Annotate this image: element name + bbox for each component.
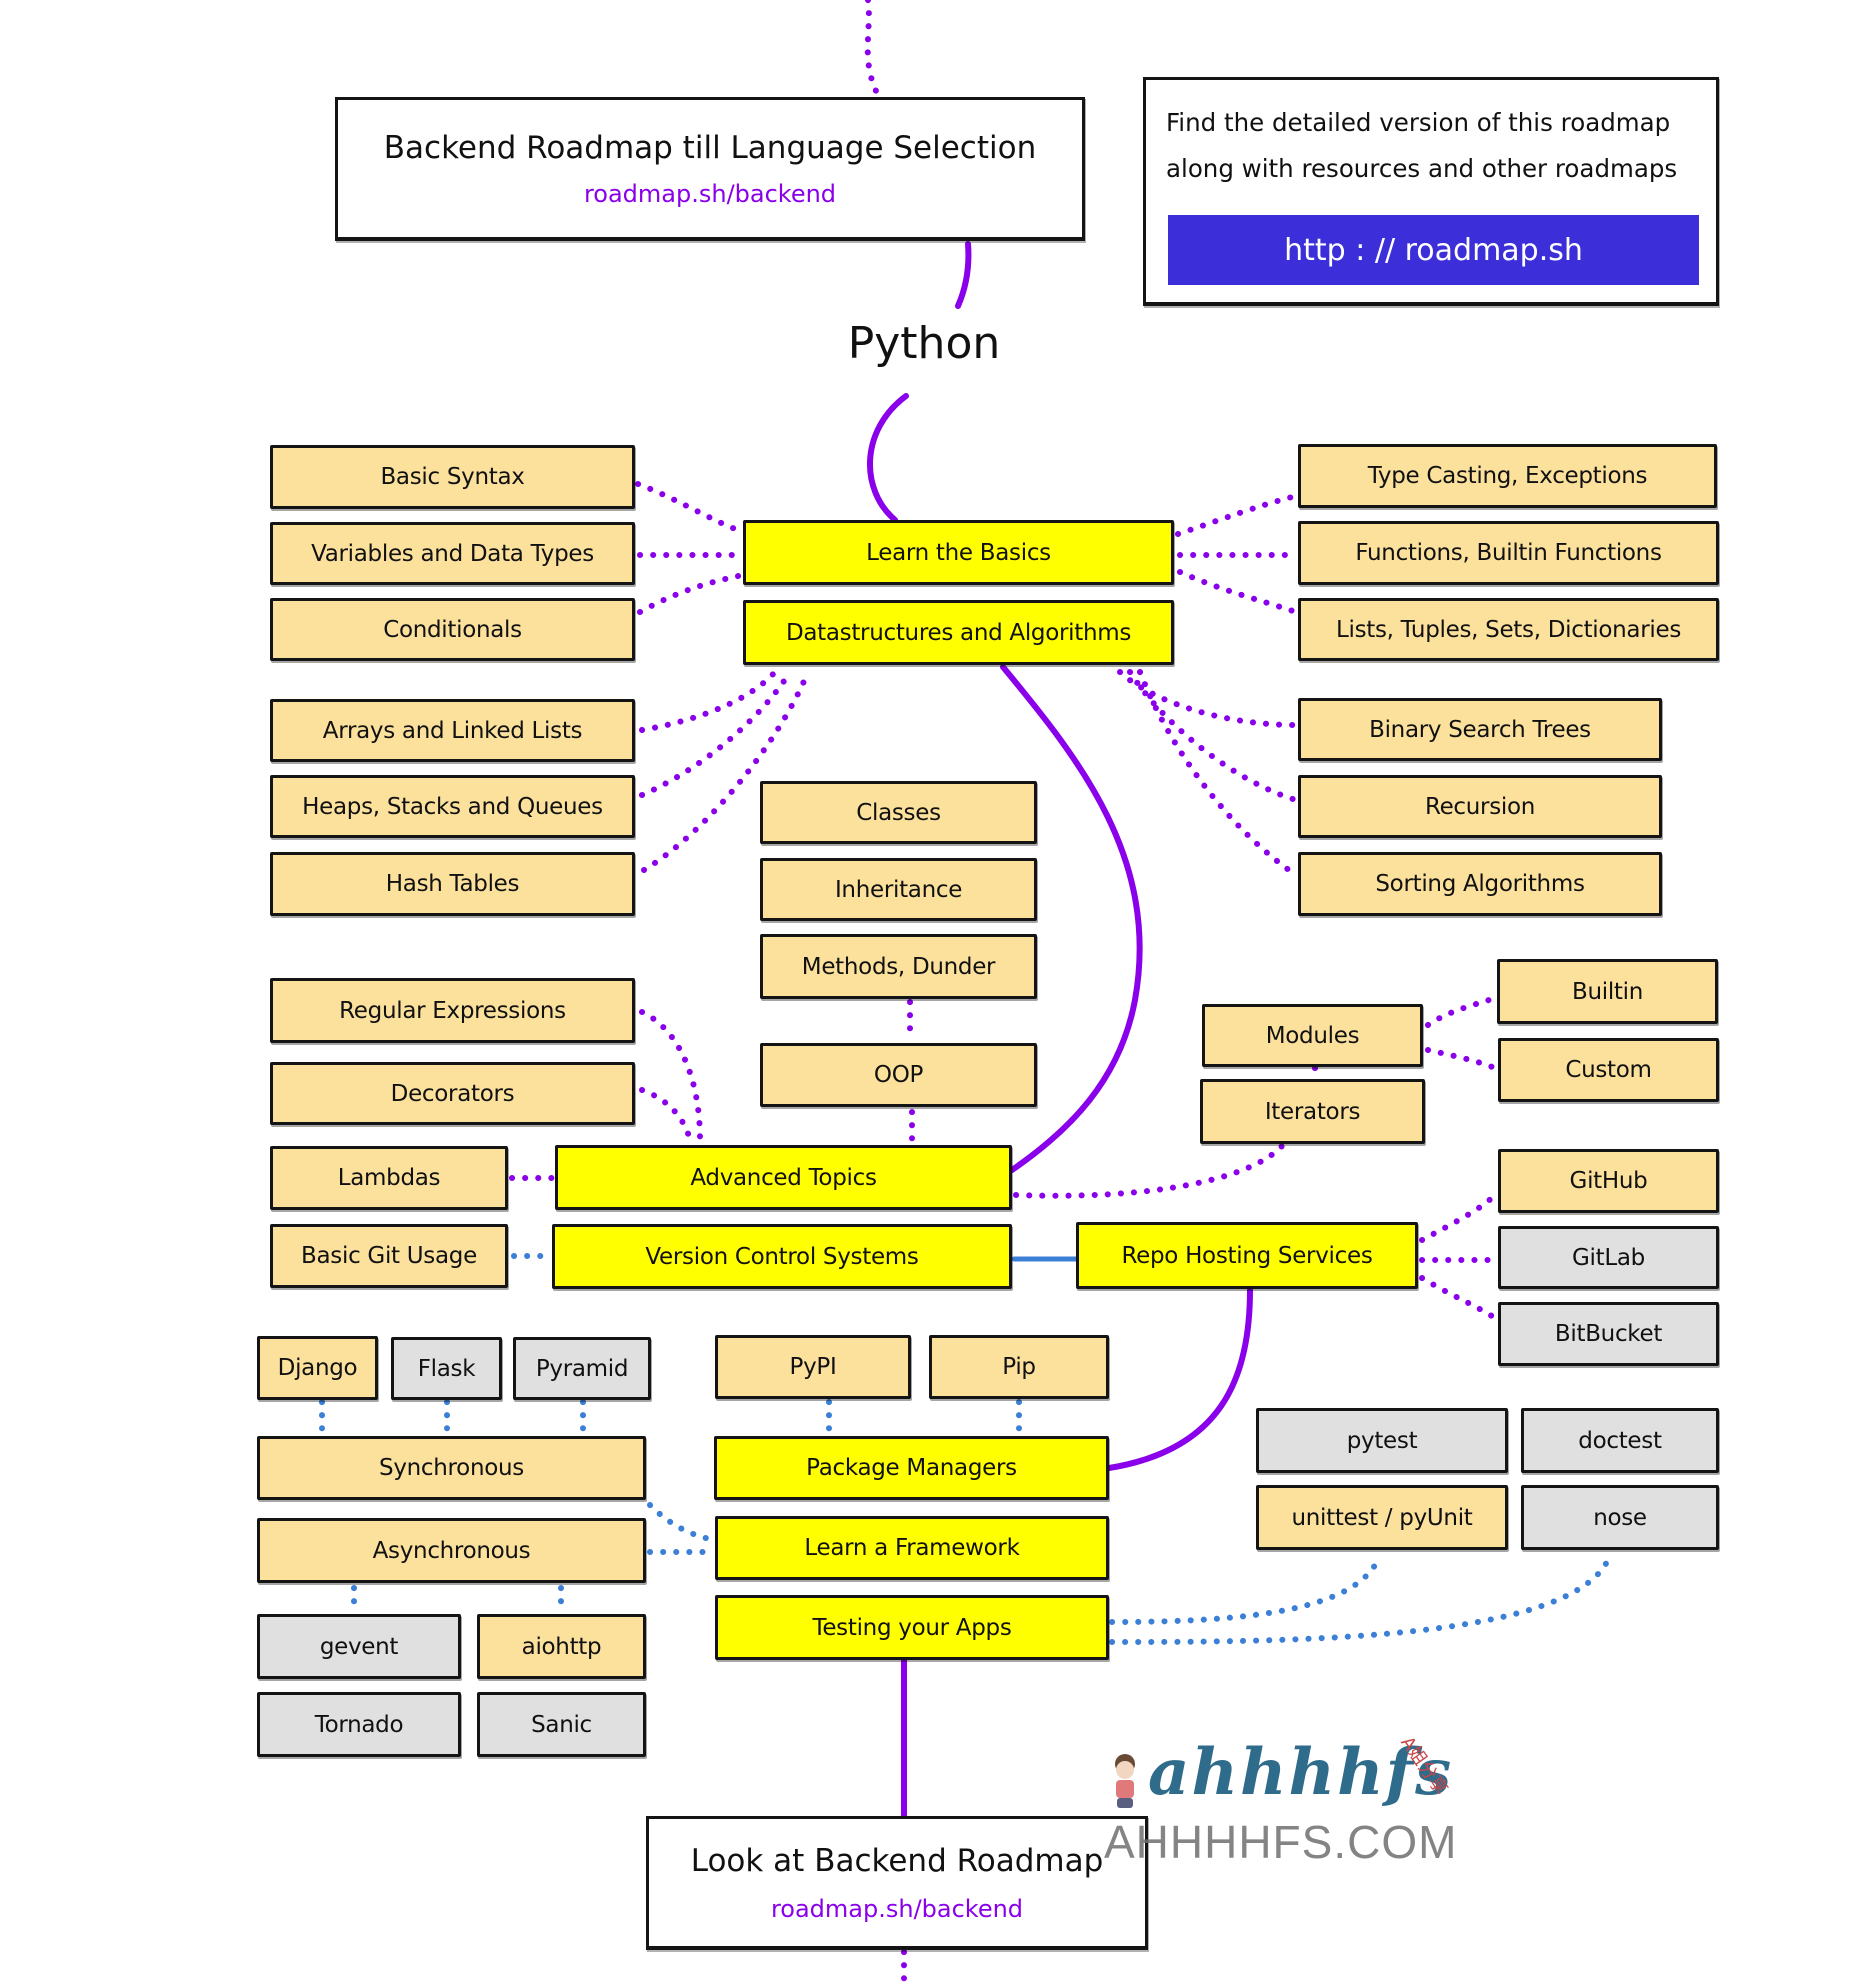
link-decorators	[639, 1087, 693, 1143]
node-inheritance[interactable]: Inheritance	[760, 858, 1037, 921]
link-advanced-iterators	[1013, 1143, 1285, 1199]
node-modules[interactable]: Modules	[1202, 1004, 1423, 1067]
watermark-domain: AHHHHFS.COM	[1104, 1816, 1458, 1868]
link-regex	[639, 1009, 703, 1143]
node-pypi[interactable]: PyPI	[715, 1335, 911, 1399]
link-lists	[1177, 569, 1299, 615]
link-basic-syntax	[635, 481, 746, 535]
node-regex[interactable]: Regular Expressions	[270, 978, 635, 1043]
info-line-1: Find the detailed version of this roadma…	[1166, 108, 1671, 137]
node-unittest[interactable]: unittest / pyUnit	[1256, 1485, 1508, 1550]
spine-repo-to-packages	[1106, 1287, 1253, 1471]
link-modules-custom	[1425, 1047, 1498, 1071]
node-gevent[interactable]: gevent	[257, 1614, 461, 1679]
link-sorting	[1137, 669, 1299, 878]
link-type-casting	[1175, 493, 1299, 537]
node-arrays[interactable]: Arrays and Linked Lists	[270, 699, 635, 762]
link-repo-github	[1419, 1192, 1498, 1243]
node-gitlab[interactable]: GitLab	[1498, 1226, 1719, 1289]
node-bitbucket[interactable]: BitBucket	[1498, 1302, 1719, 1366]
node-dsa[interactable]: Datastructures and Algorithms	[743, 600, 1174, 665]
node-custom[interactable]: Custom	[1498, 1038, 1719, 1102]
node-bst[interactable]: Binary Search Trees	[1298, 698, 1662, 761]
node-github[interactable]: GitHub	[1498, 1149, 1719, 1213]
spine-python-to-basics	[866, 393, 909, 523]
node-type-casting[interactable]: Type Casting, Exceptions	[1298, 444, 1717, 508]
link-arrays	[639, 669, 778, 733]
language-title: Python	[847, 318, 1001, 369]
node-repo-hosting[interactable]: Repo Hosting Services	[1076, 1222, 1418, 1289]
node-flask[interactable]: Flask	[391, 1337, 502, 1400]
node-doctest[interactable]: doctest	[1521, 1408, 1719, 1473]
node-learn-basics[interactable]: Learn the Basics	[743, 520, 1174, 585]
node-advanced[interactable]: Advanced Topics	[555, 1145, 1012, 1210]
node-classes[interactable]: Classes	[760, 781, 1037, 844]
link-nose	[1109, 1552, 1613, 1645]
node-iterators[interactable]: Iterators	[1200, 1079, 1425, 1144]
link-unittest	[1109, 1552, 1383, 1625]
node-recursion[interactable]: Recursion	[1298, 775, 1662, 838]
info-card: Find the detailed version of this roadma…	[1143, 77, 1719, 306]
link-modules-builtin	[1425, 995, 1498, 1028]
node-lists[interactable]: Lists, Tuples, Sets, Dictionaries	[1298, 598, 1719, 661]
link-heaps	[639, 669, 793, 798]
info-line-2: along with resources and other roadmaps	[1166, 154, 1678, 183]
node-heaps[interactable]: Heaps, Stacks and Queues	[270, 775, 635, 838]
node-pip[interactable]: Pip	[929, 1335, 1109, 1399]
link-recursion	[1127, 669, 1299, 803]
node-variables[interactable]: Variables and Data Types	[270, 522, 635, 585]
node-sorting[interactable]: Sorting Algorithms	[1298, 852, 1662, 916]
node-basic-syntax[interactable]: Basic Syntax	[270, 445, 635, 509]
link-conditionals	[637, 572, 746, 615]
node-testing[interactable]: Testing your Apps	[715, 1595, 1109, 1660]
node-decorators[interactable]: Decorators	[270, 1062, 635, 1125]
node-asynchronous[interactable]: Asynchronous	[257, 1518, 646, 1583]
node-aiohttp[interactable]: aiohttp	[477, 1614, 646, 1679]
node-django[interactable]: Django	[257, 1336, 378, 1400]
link-repo-bitbucket	[1419, 1275, 1498, 1321]
roadmap-link-button[interactable]: http : // roadmap.sh	[1168, 215, 1699, 285]
node-package-managers[interactable]: Package Managers	[714, 1436, 1109, 1500]
spine-header-to-python	[955, 241, 972, 309]
node-basic-git[interactable]: Basic Git Usage	[270, 1224, 508, 1288]
header-card[interactable]: Backend Roadmap till Language Selection …	[335, 97, 1085, 241]
link-bst	[1117, 669, 1299, 728]
node-builtin[interactable]: Builtin	[1497, 959, 1718, 1024]
footer-card[interactable]: Look at Backend Roadmap roadmap.sh/backe…	[646, 1816, 1148, 1950]
dotted-top-incoming	[864, 0, 881, 98]
node-oop[interactable]: OOP	[760, 1043, 1037, 1107]
header-link[interactable]: roadmap.sh/backend	[338, 180, 1082, 208]
mascot-icon	[1115, 1754, 1135, 1808]
node-methods[interactable]: Methods, Dunder	[760, 934, 1037, 999]
node-pytest[interactable]: pytest	[1256, 1408, 1508, 1473]
node-tornado[interactable]: Tornado	[257, 1692, 461, 1757]
footer-link[interactable]: roadmap.sh/backend	[649, 1895, 1145, 1923]
node-hash-tables[interactable]: Hash Tables	[270, 852, 635, 916]
node-lambdas[interactable]: Lambdas	[270, 1146, 508, 1210]
header-title: Backend Roadmap till Language Selection	[383, 130, 1037, 166]
node-sanic[interactable]: Sanic	[477, 1692, 646, 1757]
node-nose[interactable]: nose	[1521, 1485, 1719, 1550]
node-conditionals[interactable]: Conditionals	[270, 598, 635, 661]
node-vcs[interactable]: Version Control Systems	[552, 1224, 1012, 1289]
node-synchronous[interactable]: Synchronous	[257, 1436, 646, 1500]
node-functions[interactable]: Functions, Builtin Functions	[1298, 521, 1719, 585]
node-learn-framework[interactable]: Learn a Framework	[715, 1516, 1109, 1580]
link-synchronous	[647, 1502, 717, 1543]
node-pyramid[interactable]: Pyramid	[513, 1337, 651, 1400]
footer-title: Look at Backend Roadmap	[690, 1843, 1104, 1879]
